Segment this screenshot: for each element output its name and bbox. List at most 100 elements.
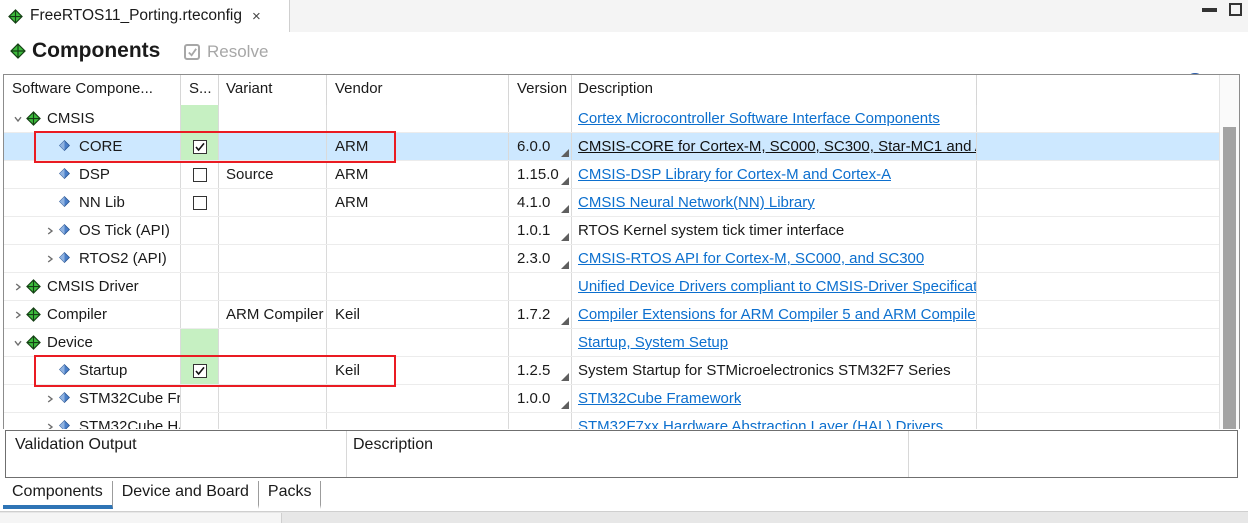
description-link[interactable]: STM32Cube Framework — [578, 390, 741, 407]
minimize-icon[interactable] — [1202, 8, 1217, 12]
sel-cell — [181, 217, 219, 244]
table-row[interactable]: StartupKeil1.2.5System Startup for STMic… — [4, 357, 1219, 385]
variant-cell — [219, 357, 327, 384]
component-name: CMSIS Driver — [47, 278, 139, 295]
vertical-scrollbar[interactable] — [1219, 75, 1239, 429]
component-checkbox-unchecked[interactable] — [193, 168, 207, 182]
component-name: STM32Cube HAL — [79, 418, 180, 429]
vendor-cell: ARM — [327, 161, 509, 188]
table-row[interactable]: RTOS2 (API)2.3.0CMSIS-RTOS API for Corte… — [4, 245, 1219, 273]
view-tab-packs[interactable]: Packs — [259, 481, 322, 509]
chevron-right-icon[interactable] — [42, 223, 58, 239]
variant-cell-value: ARM Compiler — [226, 306, 324, 323]
maximize-icon[interactable] — [1229, 3, 1242, 16]
panel-divider[interactable] — [908, 431, 909, 477]
version-dropdown-triangle-icon[interactable] — [561, 401, 569, 409]
version-dropdown-triangle-icon[interactable] — [561, 233, 569, 241]
table-row[interactable]: CompilerARM CompilerKeil1.7.2Compiler Ex… — [4, 301, 1219, 329]
version-cell-value: 1.0.0 — [517, 390, 550, 407]
version-dropdown-triangle-icon[interactable] — [561, 261, 569, 269]
version-dropdown-triangle-icon[interactable] — [561, 177, 569, 185]
table-row[interactable]: COREARM6.0.0CMSIS-CORE for Cortex-M, SC0… — [4, 133, 1219, 161]
chevron-right-icon[interactable] — [42, 251, 58, 267]
column-header-variant[interactable]: Variant — [219, 75, 327, 105]
chevron-right-icon[interactable] — [10, 307, 26, 323]
panel-divider[interactable] — [346, 431, 347, 477]
blue-diamond-icon — [58, 167, 73, 182]
description-cell: CMSIS-DSP Library for Cortex-M and Corte… — [572, 161, 977, 188]
version-cell-value: 4.1.0 — [517, 194, 550, 211]
description-cell: System Startup for STMicroelectronics ST… — [572, 357, 977, 384]
editor-tab-rteconfig[interactable]: FreeRTOS11_Porting.rteconfig × — [0, 0, 290, 32]
variant-cell — [219, 245, 327, 272]
table-row[interactable]: DSPSourceARM1.15.0CMSIS-DSP Library for … — [4, 161, 1219, 189]
table-row[interactable]: CMSIS Cortex Microcontroller Software Int… — [4, 105, 1219, 133]
version-cell — [509, 329, 572, 356]
version-dropdown-triangle-icon[interactable] — [561, 317, 569, 325]
component-checkbox-checked[interactable] — [193, 140, 207, 154]
description-link[interactable]: Startup, System Setup — [578, 334, 728, 351]
description-link[interactable]: CMSIS-RTOS API for Cortex-M, SC000, and … — [578, 250, 924, 267]
description-link[interactable]: Unified Device Drivers compliant to CMSI… — [578, 278, 976, 295]
column-header-description[interactable]: Description — [572, 75, 977, 105]
component-checkbox-checked[interactable] — [193, 364, 207, 378]
component-name: STM32Cube Framework — [79, 390, 180, 407]
component-name-cell: CMSIS — [4, 105, 181, 132]
page-title: Components — [32, 39, 160, 63]
tree-indent-spacer — [42, 139, 58, 155]
table-row[interactable]: STM32Cube Framework 1.0.0 STM32Cube Framew… — [4, 385, 1219, 413]
description-link[interactable]: CMSIS-DSP Library for Cortex-M and Corte… — [578, 166, 891, 183]
column-header-sel[interactable]: S... — [181, 75, 219, 105]
sel-cell — [181, 301, 219, 328]
table-row[interactable]: OS Tick (API)1.0.1RTOS Kernel system tic… — [4, 217, 1219, 245]
filler-cell — [977, 189, 1219, 216]
variant-cell — [219, 189, 327, 216]
table-row[interactable]: CMSIS Driver Unified Device Drivers compl… — [4, 273, 1219, 301]
column-header-version[interactable]: Version — [509, 75, 572, 105]
column-header-vendor[interactable]: Vendor — [327, 75, 509, 105]
description-link[interactable]: CMSIS Neural Network(NN) Library — [578, 194, 815, 211]
table-body: CMSIS Cortex Microcontroller Software Int… — [4, 105, 1219, 429]
description-link[interactable]: CMSIS-CORE for Cortex-M, SC000, SC300, S… — [578, 138, 976, 155]
table-row[interactable]: NN Lib ARM 4.1.0 CMSIS Neural Network(NN) L… — [4, 189, 1219, 217]
vendor-cell: ARM — [327, 189, 509, 216]
description-text: RTOS Kernel system tick timer interface — [578, 222, 844, 239]
column-header-software-component[interactable]: Software Compone... — [4, 75, 181, 105]
rteconfig-file-icon — [8, 9, 23, 24]
view-tab-components[interactable]: Components — [3, 481, 113, 509]
horizontal-scrollbar[interactable] — [0, 511, 1248, 523]
components-table: Software Compone... S... Variant Vendor … — [3, 74, 1240, 429]
version-dropdown-triangle-icon[interactable] — [561, 373, 569, 381]
vendor-cell-value: ARM — [335, 194, 368, 211]
tab-close-icon[interactable]: × — [252, 8, 261, 25]
version-dropdown-triangle-icon[interactable] — [561, 205, 569, 213]
version-cell-value: 1.7.2 — [517, 306, 550, 323]
description-cell: Startup, System Setup — [572, 329, 977, 356]
version-cell: 6.0.0 — [509, 133, 572, 160]
table-row[interactable]: DeviceStartup, System Setup — [4, 329, 1219, 357]
table-row[interactable]: STM32Cube HAL STM32F7xx Hardware Abstract… — [4, 413, 1219, 429]
description-link[interactable]: Cortex Microcontroller Software Interfac… — [578, 110, 940, 127]
chevron-right-icon[interactable] — [10, 279, 26, 295]
sel-cell — [181, 385, 219, 412]
view-tab-device-and-board[interactable]: Device and Board — [113, 481, 259, 509]
editor-tab-title: FreeRTOS11_Porting.rteconfig — [30, 7, 242, 25]
filler-cell — [977, 161, 1219, 188]
component-name-cell: OS Tick (API) — [4, 217, 181, 244]
vertical-scrollbar-thumb[interactable] — [1223, 127, 1236, 429]
version-dropdown-triangle-icon[interactable] — [561, 149, 569, 157]
green-diamond-icon — [26, 111, 41, 126]
component-name-cell: NN Lib — [4, 189, 181, 216]
component-checkbox-unchecked[interactable] — [193, 196, 207, 210]
chevron-right-icon[interactable] — [42, 419, 58, 430]
chevron-down-icon[interactable] — [10, 111, 26, 127]
tree-indent-spacer — [42, 195, 58, 211]
chevron-right-icon[interactable] — [42, 391, 58, 407]
description-link[interactable]: STM32F7xx Hardware Abstraction Layer (HA… — [578, 418, 943, 429]
horizontal-scrollbar-thumb[interactable] — [0, 513, 282, 523]
resolve-checkbox[interactable] — [184, 44, 200, 60]
chevron-down-icon[interactable] — [10, 335, 26, 351]
sel-cell — [181, 329, 219, 356]
description-link[interactable]: Compiler Extensions for ARM Compiler 5 a… — [578, 306, 976, 323]
description-cell: CMSIS-RTOS API for Cortex-M, SC000, and … — [572, 245, 977, 272]
